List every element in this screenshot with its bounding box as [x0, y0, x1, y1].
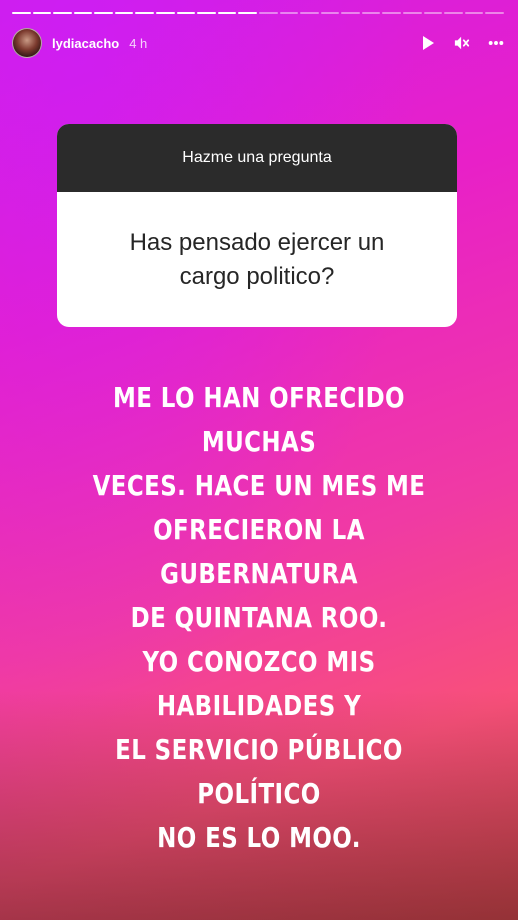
answer-line: NO ES LO MOO.	[157, 821, 361, 854]
avatar[interactable]	[12, 28, 42, 58]
progress-segment	[444, 12, 463, 14]
progress-segment	[73, 12, 93, 14]
answer-text: ME LO HAN OFRECIDO MUCHAS VECES. HACE UN…	[55, 376, 463, 860]
progress-segment	[114, 12, 134, 14]
progress-segment	[300, 12, 319, 14]
progress-segment	[32, 12, 52, 14]
progress-segment	[485, 12, 504, 14]
answer-line: VECES. HACE UN MES ME	[92, 469, 426, 502]
question-sticker[interactable]: Hazme una pregunta Has pensado ejercer u…	[57, 124, 457, 327]
progress-segment	[53, 12, 72, 14]
answer-line: YO CONOZCO MIS HABILIDADES Y	[142, 645, 376, 722]
timestamp: 4 h	[129, 35, 148, 51]
progress-segment	[217, 12, 237, 14]
answer-line: OFRECIERON LA GUBERNATURA	[153, 513, 365, 590]
progress-segment	[402, 12, 422, 14]
progress-segment	[176, 12, 196, 14]
progress-segment	[382, 12, 401, 14]
answer-line: DE QUINTANA ROO.	[130, 601, 388, 634]
progress-segment	[197, 12, 216, 14]
more-icon[interactable]	[488, 35, 504, 51]
story-progress-bar	[12, 12, 504, 14]
progress-segment	[464, 12, 484, 14]
question-text: Has pensado ejercer un cargo politico?	[129, 228, 385, 290]
progress-segment	[94, 12, 113, 14]
username[interactable]: lydiacacho	[52, 36, 119, 51]
answer-line: EL SERVICIO PÚBLICO POLÍTICO	[115, 733, 403, 810]
progress-segment	[12, 12, 31, 14]
progress-segment	[135, 12, 155, 14]
question-sticker-title: Hazme una pregunta	[57, 124, 457, 192]
progress-segment	[361, 12, 381, 14]
progress-segment	[156, 12, 175, 14]
progress-segment	[238, 12, 257, 14]
play-icon[interactable]	[420, 35, 436, 51]
progress-segment	[320, 12, 340, 14]
mute-icon[interactable]	[454, 35, 470, 51]
progress-segment	[423, 12, 443, 14]
story-header: lydiacacho 4 h	[12, 26, 504, 60]
progress-segment	[341, 12, 360, 14]
answer-line: ME LO HAN OFRECIDO MUCHAS	[113, 381, 405, 458]
progress-segment	[258, 12, 278, 14]
header-controls	[420, 35, 504, 51]
progress-segment	[279, 12, 299, 14]
